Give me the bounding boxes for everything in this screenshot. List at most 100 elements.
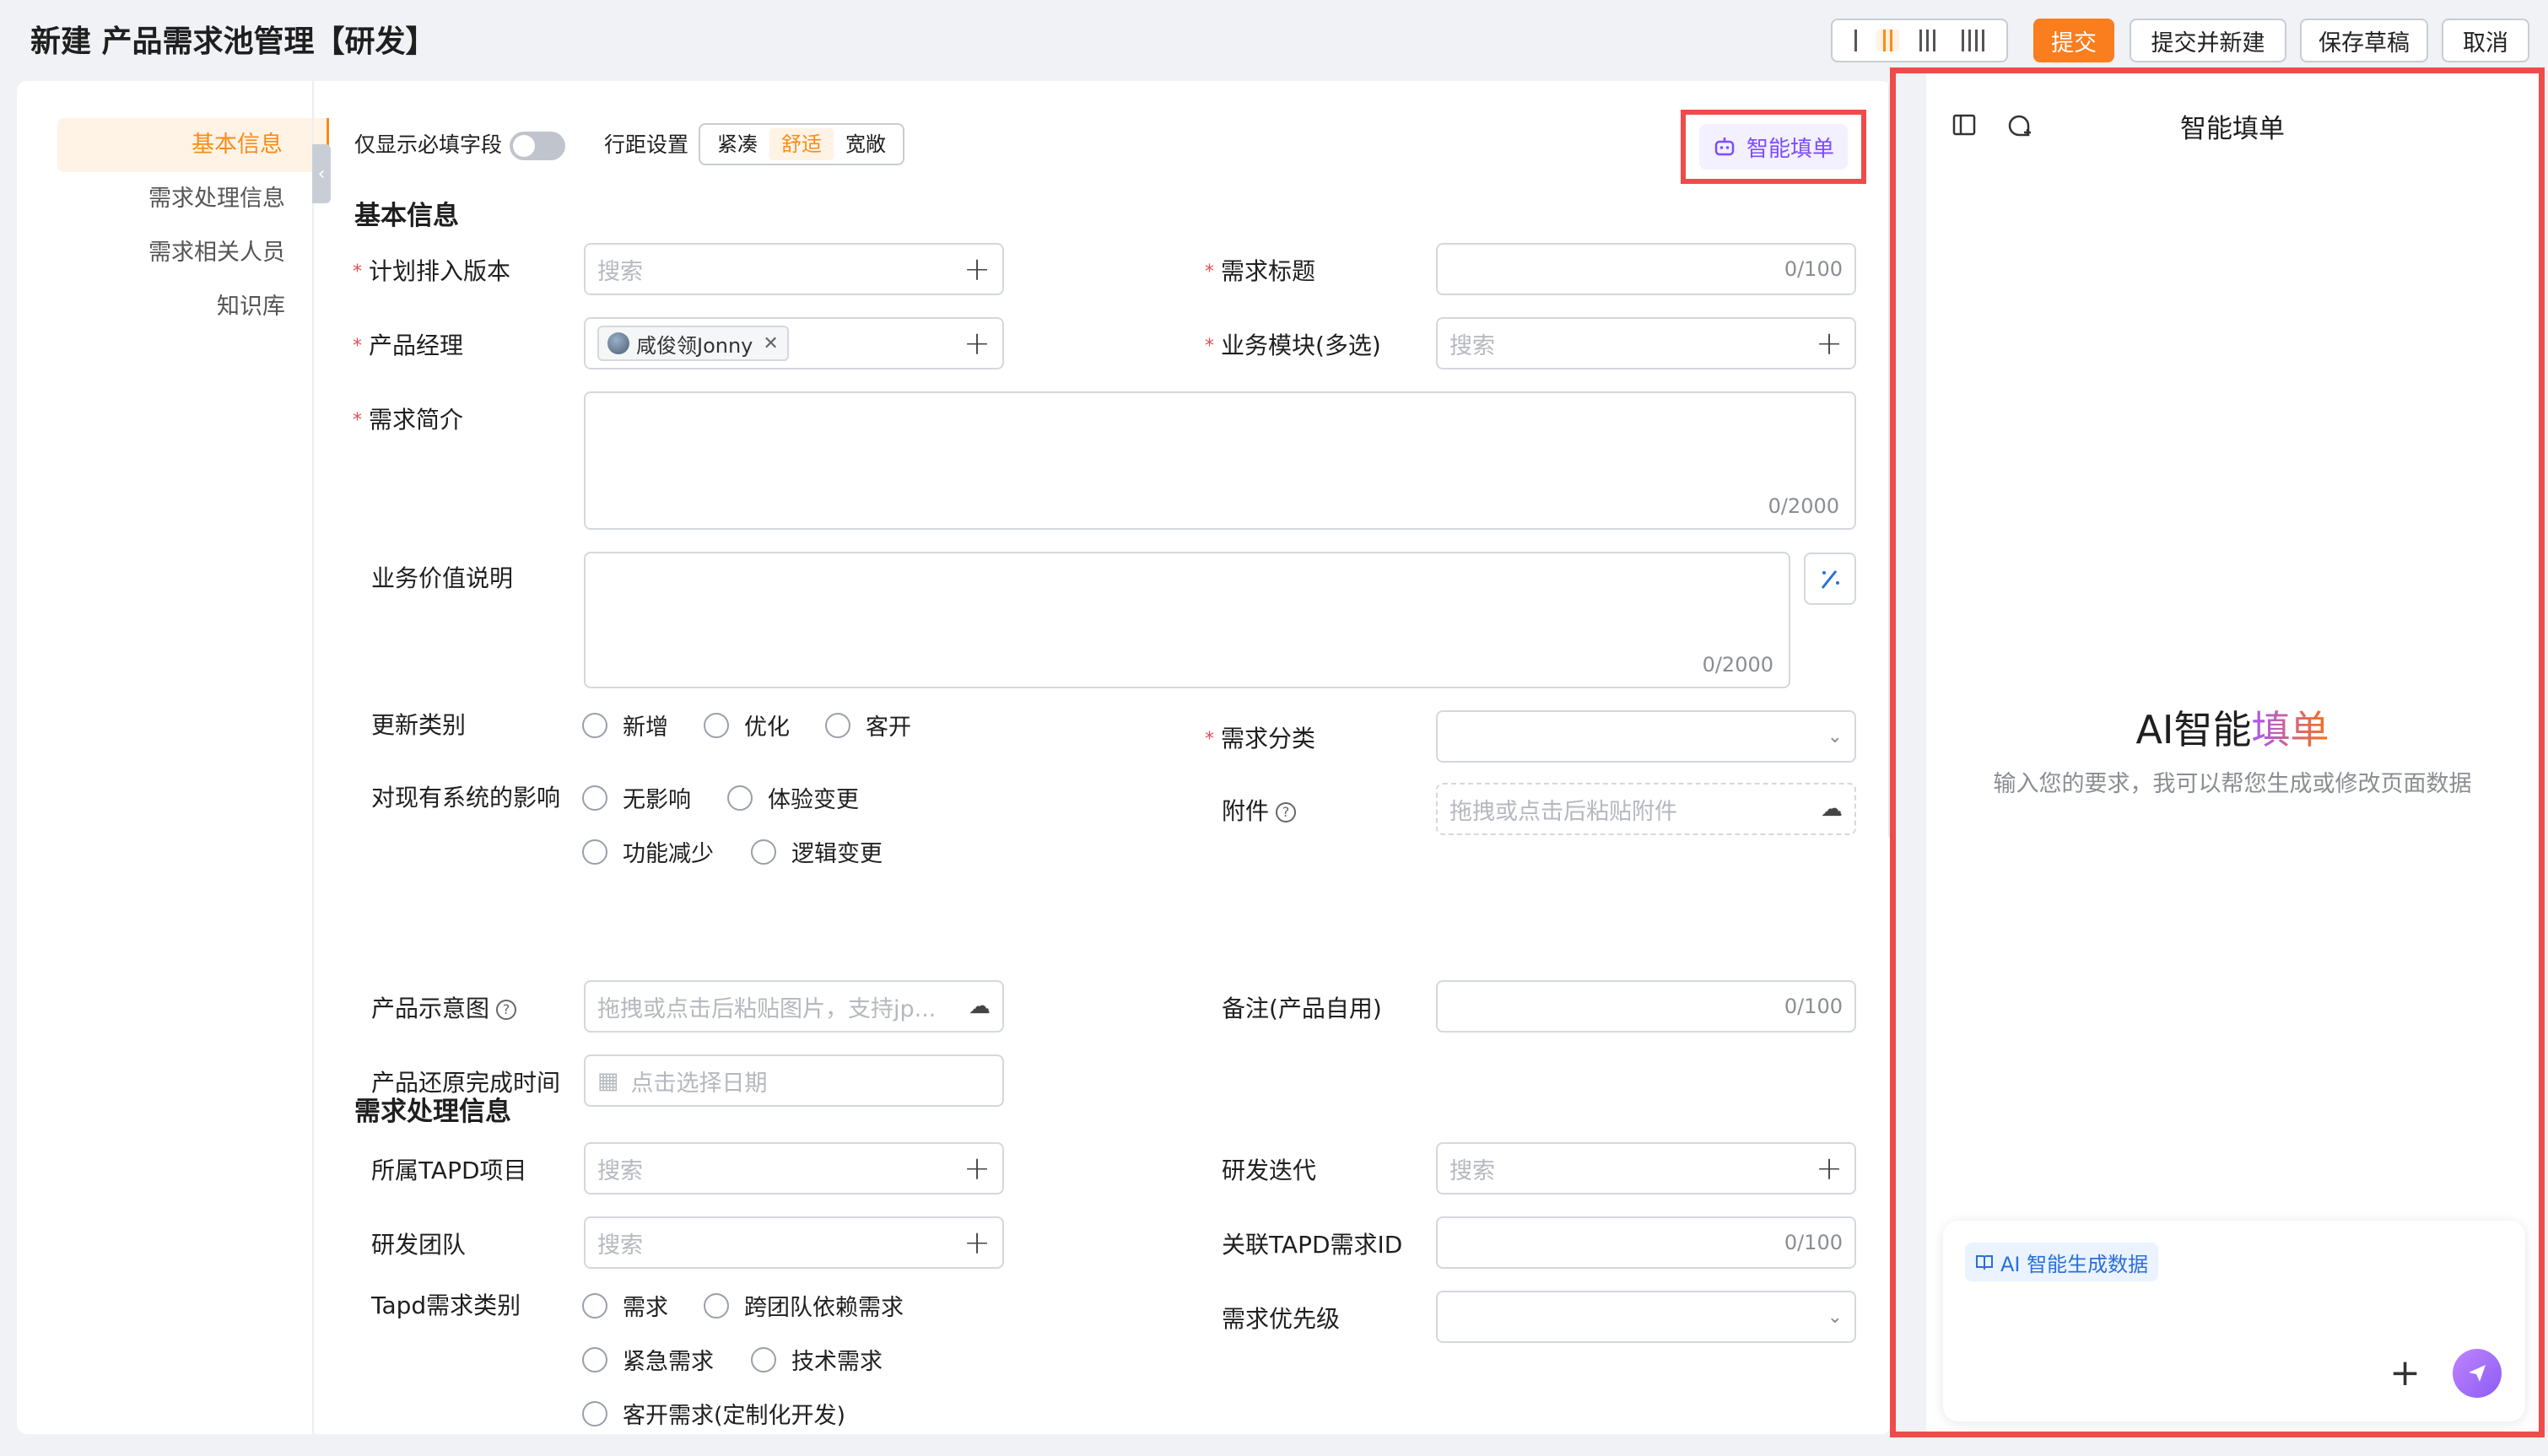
- team-label: 研发团队: [371, 1231, 467, 1259]
- magic-wand-icon[interactable]: [1804, 553, 1856, 605]
- plus-icon[interactable]: +: [964, 325, 991, 362]
- four-column-icon[interactable]: [1955, 30, 1991, 51]
- update-type-radio-custom[interactable]: 客开: [825, 709, 911, 741]
- anchor-knowledge-base[interactable]: 知识库: [57, 280, 329, 334]
- plus-icon[interactable]: +: [1816, 325, 1843, 362]
- req-title-label: * 需求标题: [1205, 257, 1316, 285]
- ai-hero-title: AI智能填单: [2135, 707, 2329, 752]
- required-only-label: 仅显示必填字段: [354, 132, 503, 157]
- impact-radio-reduce[interactable]: 功能减少: [582, 835, 714, 868]
- attachment-label: 附件?: [1222, 793, 1297, 827]
- cancel-button[interactable]: 取消: [2442, 19, 2529, 62]
- section-title-basic: 基本信息: [354, 201, 459, 231]
- plan-version-input[interactable]: 搜索 +: [584, 243, 1004, 295]
- upload-cloud-icon[interactable]: ☁: [969, 994, 991, 1019]
- remark-label: 备注(产品自用): [1222, 995, 1382, 1022]
- impact-label: 对现有系统的影响: [371, 784, 561, 812]
- impact-radio-logic[interactable]: 逻辑变更: [751, 835, 883, 868]
- plus-icon[interactable]: +: [964, 1150, 991, 1187]
- close-icon[interactable]: ✕: [763, 333, 778, 354]
- restore-time-datepicker[interactable]: ▦ 点击选择日期: [584, 1054, 1004, 1107]
- section-title-process: 需求处理信息: [354, 1097, 511, 1127]
- form-card: 基本信息 需求处理信息 需求相关人员 知识库 ‹ 仅显示必填字段 行距设置 紧凑…: [17, 81, 1892, 1434]
- collapse-nav-icon[interactable]: ‹: [312, 144, 331, 203]
- tapd-type-label: Tapd需求类别: [371, 1292, 521, 1319]
- diagram-label: 产品示意图?: [371, 990, 517, 1024]
- spacing-selector[interactable]: 紧凑 舒适 宽敞: [699, 123, 904, 165]
- business-module-label: * 业务模块(多选): [1205, 332, 1381, 359]
- tapd-type-radio-req[interactable]: 需求: [582, 1289, 668, 1322]
- update-type-radio-new[interactable]: 新增: [582, 709, 668, 741]
- anchor-nav: 基本信息 需求处理信息 需求相关人员 知识库: [57, 118, 329, 334]
- diagram-upload[interactable]: 拖拽或点击后粘贴图片，支持jp... ☁: [584, 980, 1004, 1033]
- chat-input-box[interactable]: AI 智能生成数据 +: [1943, 1221, 2525, 1421]
- column-layout-switcher[interactable]: [1831, 19, 2008, 62]
- chevron-down-icon: ⌄: [1827, 725, 1843, 747]
- add-attachment-icon[interactable]: +: [2389, 1349, 2421, 1398]
- help-icon[interactable]: ?: [1276, 802, 1297, 822]
- tapd-project-input[interactable]: 搜索 +: [584, 1142, 1004, 1194]
- summary-textarea[interactable]: 0/2000: [584, 391, 1856, 530]
- business-value-textarea[interactable]: 0/2000: [584, 552, 1790, 688]
- iteration-input[interactable]: 搜索 +: [1436, 1142, 1856, 1194]
- req-title-input[interactable]: 0/100: [1436, 243, 1856, 295]
- tapd-id-label: 关联TAPD需求ID: [1222, 1231, 1403, 1259]
- plus-icon[interactable]: +: [964, 1224, 991, 1261]
- anchor-basic-info[interactable]: 基本信息: [57, 118, 329, 172]
- spacing-comfortable[interactable]: 舒适: [769, 128, 834, 160]
- robot-icon: [1714, 138, 1735, 156]
- book-icon: [1976, 1255, 1993, 1270]
- priority-select[interactable]: ⌄: [1436, 1291, 1856, 1343]
- help-icon[interactable]: ?: [496, 1000, 517, 1020]
- submit-and-new-button[interactable]: 提交并新建: [2130, 19, 2286, 62]
- business-value-label: 业务价值说明: [371, 564, 514, 592]
- update-type-label: 更新类别: [371, 711, 467, 739]
- iteration-label: 研发迭代: [1222, 1157, 1317, 1184]
- business-module-input[interactable]: 搜索 +: [1436, 317, 1856, 369]
- anchor-process-info[interactable]: 需求处理信息: [57, 172, 329, 226]
- product-manager-label: * 产品经理: [353, 332, 464, 359]
- upload-cloud-icon[interactable]: ☁: [1821, 796, 1843, 822]
- remark-input[interactable]: 0/100: [1436, 980, 1856, 1033]
- tapd-type-radio-urgent[interactable]: 紧急需求: [582, 1343, 714, 1376]
- nav-divider: [312, 81, 314, 1434]
- spacing-loose[interactable]: 宽敞: [834, 128, 898, 160]
- summary-label: * 需求简介: [353, 406, 464, 434]
- req-category-select[interactable]: ⌄: [1436, 710, 1856, 763]
- one-column-icon[interactable]: [1848, 30, 1864, 51]
- spacing-label: 行距设置: [604, 132, 689, 157]
- product-manager-input[interactable]: 咸俊领Jonny ✕ +: [584, 317, 1004, 369]
- save-draft-button[interactable]: 保存草稿: [2300, 19, 2428, 62]
- tapd-type-radio-dependency[interactable]: 跨团队依赖需求: [704, 1289, 904, 1322]
- ai-fill-highlight: 智能填单: [1681, 110, 1866, 184]
- team-input[interactable]: 搜索 +: [584, 1216, 1004, 1269]
- plus-icon[interactable]: +: [964, 251, 991, 288]
- tapd-type-radio-custom[interactable]: 客开需求(定制化开发): [582, 1397, 845, 1430]
- ai-generate-chip[interactable]: AI 智能生成数据: [1965, 1243, 2159, 1281]
- send-icon[interactable]: [2453, 1349, 2502, 1398]
- ai-fill-button[interactable]: 智能填单: [1698, 124, 1848, 170]
- tapd-id-input[interactable]: 0/100: [1436, 1216, 1856, 1269]
- chevron-down-icon: ⌄: [1827, 1306, 1843, 1328]
- plan-version-label: * 计划排入版本: [353, 257, 511, 285]
- anchor-related-people[interactable]: 需求相关人员: [57, 226, 329, 280]
- attachment-upload[interactable]: 拖拽或点击后粘贴附件 ☁: [1436, 783, 1856, 835]
- tapd-project-label: 所属TAPD项目: [371, 1157, 527, 1184]
- impact-radio-experience[interactable]: 体验变更: [727, 781, 859, 814]
- tapd-type-radio-tech[interactable]: 技术需求: [751, 1343, 883, 1376]
- calendar-icon: ▦: [597, 1067, 619, 1094]
- ai-fill-panel: 智能填单 AI智能填单 输入您的要求，我可以帮您生成或修改页面数据 AI 智能生…: [1890, 67, 2545, 1437]
- spacing-compact[interactable]: 紧凑: [705, 128, 769, 160]
- panel-resize-strip[interactable]: [1896, 73, 1926, 1432]
- page-title: 新建 产品需求池管理【研发】: [30, 24, 436, 59]
- priority-label: 需求优先级: [1222, 1305, 1341, 1333]
- two-column-icon[interactable]: [1876, 30, 1900, 51]
- plus-icon[interactable]: +: [1816, 1150, 1843, 1187]
- submit-button[interactable]: 提交: [2033, 19, 2114, 62]
- required-only-toggle[interactable]: [510, 132, 565, 160]
- ai-hero-subtitle: 输入您的要求，我可以帮您生成或修改页面数据: [1993, 771, 2472, 797]
- three-column-icon[interactable]: [1913, 30, 1942, 51]
- avatar: [607, 332, 629, 354]
- update-type-radio-optimize[interactable]: 优化: [704, 709, 790, 741]
- impact-radio-none[interactable]: 无影响: [582, 781, 691, 814]
